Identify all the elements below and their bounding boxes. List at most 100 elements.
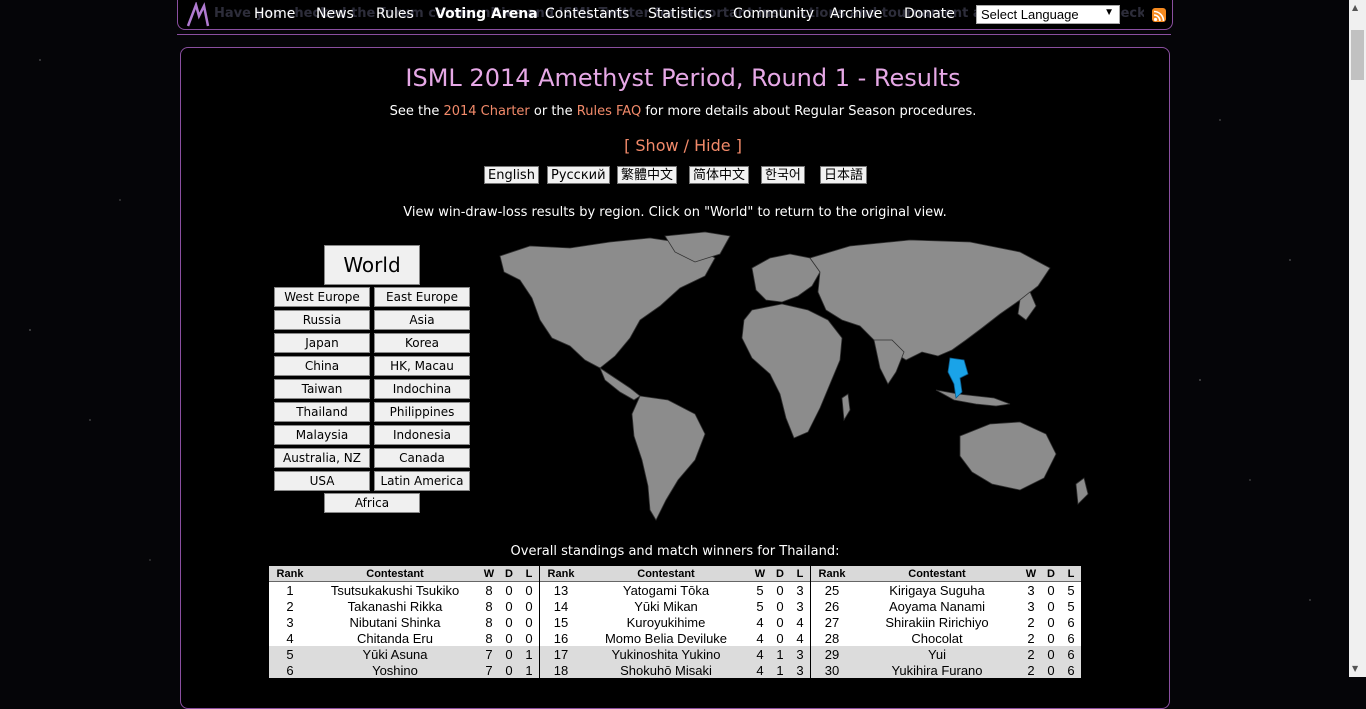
region-button-canada[interactable]: Canada [374,448,470,468]
nav-donate[interactable]: Donate [904,6,955,22]
header-draws: D [770,566,790,582]
losses-cell: 3 [790,662,810,678]
subtitle-text: for more details about Regular Season pr… [641,104,977,119]
map-central-america [599,366,641,401]
wins-cell: 4 [750,646,770,662]
header-contestant: Contestant [582,566,750,582]
rank-cell: 30 [811,662,853,678]
region-button-japan[interactable]: Japan [274,333,370,353]
wins-cell: 8 [479,598,499,614]
rank-cell: 29 [811,646,853,662]
region-button-russia[interactable]: Russia [274,310,370,330]
contestant-cell: Yukihira Furano [853,662,1021,678]
losses-cell: 0 [519,630,539,646]
table-row: 25 Kirigaya Suguha 3 0 5 [811,581,1081,598]
wins-cell: 2 [1021,614,1041,630]
region-button-malaysia[interactable]: Malaysia [274,425,370,445]
nav-community[interactable]: Community [733,6,814,22]
map-indonesia [935,389,1011,407]
table-row: 29 Yui 2 0 6 [811,646,1081,662]
region-button-east-europe[interactable]: East Europe [374,287,470,307]
region-button-latin-america[interactable]: Latin America [374,471,470,491]
lang-button-korean[interactable]: 한국어 [761,166,805,184]
wins-cell: 8 [479,614,499,630]
charter-link[interactable]: 2014 Charter [443,104,529,119]
language-select-value: Select Language [981,7,1079,22]
header-wins: W [750,566,770,582]
table-row: 15 Kuroyukihime 4 0 4 [540,614,810,630]
isml-logo-icon[interactable] [185,2,211,28]
nav-archive[interactable]: Archive [830,6,882,22]
draws-cell: 0 [770,614,790,630]
losses-cell: 6 [1061,614,1081,630]
losses-cell: 0 [519,581,539,598]
header-losses: L [790,566,810,582]
region-instructions: View win-draw-loss results by region. Cl… [403,205,947,220]
wins-cell: 7 [479,646,499,662]
wins-cell: 2 [1021,662,1041,678]
scroll-up-arrow-icon[interactable]: ▲ [1352,3,1358,12]
region-button-china[interactable]: China [274,356,370,376]
rank-cell: 14 [540,598,582,614]
lang-button-japanese[interactable]: 日本語 [820,166,868,184]
region-button-philippines[interactable]: Philippines [374,402,470,422]
nav-divider [177,34,1171,35]
wins-cell: 5 [750,598,770,614]
lang-button-traditional-chinese[interactable]: 繁體中文 [617,166,678,184]
rules-faq-link[interactable]: Rules FAQ [577,104,641,119]
wins-cell: 5 [750,581,770,598]
nav-news[interactable]: News [316,6,354,22]
nav-contestants[interactable]: Contestants [545,6,629,22]
rss-feed-icon[interactable] [1152,8,1166,22]
nav-rules[interactable]: Rules [376,6,414,22]
draws-cell: 0 [499,630,519,646]
region-button-africa[interactable]: Africa [324,493,420,513]
region-button-korea[interactable]: Korea [374,333,470,353]
scrollbar-thumb[interactable] [1351,30,1364,80]
nav-statistics[interactable]: Statistics [648,6,712,22]
rank-cell: 5 [269,646,311,662]
region-button-hk-macau[interactable]: HK, Macau [374,356,470,376]
lang-button-simplified-chinese[interactable]: 简体中文 [689,166,750,184]
region-button-asia[interactable]: Asia [374,310,470,330]
map-south-america [631,395,706,521]
region-button-world[interactable]: World [324,245,420,285]
draws-cell: 0 [1041,598,1061,614]
table-row: 4 Chitanda Eru 8 0 0 [269,630,539,646]
losses-cell: 3 [790,646,810,662]
wins-cell: 8 [479,630,499,646]
rank-cell: 1 [269,581,311,598]
losses-cell: 6 [1061,662,1081,678]
table-row: 6 Yoshino 7 0 1 [269,662,539,678]
table-row: 27 Shirakiin Ririchiyo 2 0 6 [811,614,1081,630]
table-row: 17 Yukinoshita Yukino 4 1 3 [540,646,810,662]
wins-cell: 4 [750,614,770,630]
contestant-cell: Kirigaya Suguha [853,581,1021,598]
region-button-usa[interactable]: USA [274,471,370,491]
losses-cell: 4 [790,630,810,646]
show-hide-toggle[interactable]: [ Show / Hide ] [0,136,1366,155]
language-select[interactable]: Select Language ▼ [976,5,1120,24]
scroll-down-arrow-icon[interactable]: ▼ [1352,664,1358,673]
rank-cell: 26 [811,598,853,614]
world-map[interactable] [490,228,1102,530]
region-button-taiwan[interactable]: Taiwan [274,379,370,399]
table-row: 14 Yūki Mikan 5 0 3 [540,598,810,614]
region-button-indochina[interactable]: Indochina [374,379,470,399]
region-button-west-europe[interactable]: West Europe [274,287,370,307]
rank-cell: 4 [269,630,311,646]
standings-table-3: Rank Contestant W D L 25 Kirigaya Suguha 3… [811,566,1081,678]
table-row: 2 Takanashi Rikka 8 0 0 [269,598,539,614]
region-button-indonesia[interactable]: Indonesia [374,425,470,445]
subtitle-text: or the [529,104,577,119]
lang-button-english[interactable]: English [484,166,539,184]
nav-voting-arena[interactable]: Voting Arena [435,6,538,22]
region-button-thailand[interactable]: Thailand [274,402,370,422]
nav-home[interactable]: Home [254,6,295,22]
region-button-australia-nz[interactable]: Australia, NZ [274,448,370,468]
page-scrollbar[interactable] [1349,0,1366,677]
table-row: 13 Yatogami Tōka 5 0 3 [540,581,810,598]
lang-button-russian[interactable]: Русский [547,166,610,184]
contestant-cell: Yūki Mikan [582,598,750,614]
header-losses: L [519,566,539,582]
